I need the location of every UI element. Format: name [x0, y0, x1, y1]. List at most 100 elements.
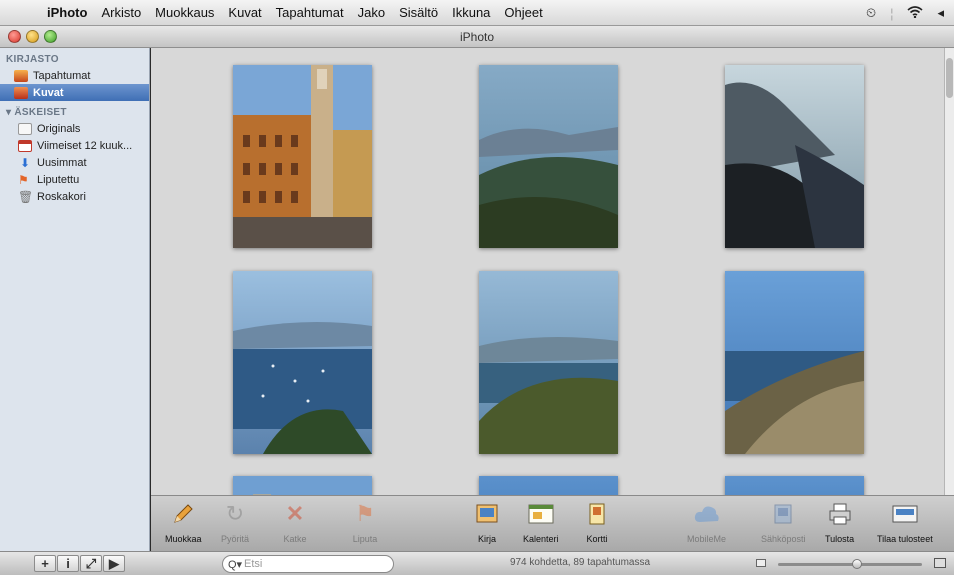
trash-icon: 🗑 — [18, 189, 34, 204]
email-icon — [769, 500, 797, 528]
toolbar-label: Kirja — [477, 534, 496, 544]
photo-coast-hill — [479, 271, 618, 454]
photo-thumbnail[interactable] — [479, 271, 618, 454]
sidebar-item-label: Roskakori — [37, 190, 86, 203]
flag-button[interactable]: ⚑ Liputa — [351, 500, 379, 544]
bottom-toolbar: Muokkaa ↻ Pyöritä ✕ Katke ⚑ Liputa Kirja… — [151, 495, 954, 551]
zoom-knob[interactable] — [851, 559, 862, 569]
menu-tapahtumat[interactable]: Tapahtumat — [269, 5, 351, 20]
photo-browser — [151, 48, 944, 495]
sidebar-item-photos[interactable]: Kuvat — [0, 84, 149, 101]
calendar-button[interactable]: Kalenteri — [523, 500, 559, 544]
order-prints-button[interactable]: Tilaa tulosteet — [877, 500, 933, 544]
menu-arkisto[interactable]: Arkisto — [94, 5, 148, 20]
photo-thumbnail[interactable] — [725, 65, 864, 248]
mobileme-button[interactable]: MobileMe — [687, 500, 726, 544]
book-icon — [473, 500, 501, 528]
toolbar-label: Tilaa tulosteet — [877, 534, 933, 544]
volume-icon[interactable]: ◂ — [937, 5, 944, 21]
email-button[interactable]: Sähköposti — [761, 500, 806, 544]
print-button[interactable]: Tulosta — [825, 500, 854, 544]
menu-sisalto[interactable]: Sisältö — [392, 5, 445, 20]
photo-thumbnail[interactable] — [233, 476, 372, 495]
photo-thumbnail[interactable] — [479, 65, 618, 248]
photo-bay-boats — [233, 271, 372, 454]
order-prints-icon — [891, 500, 919, 528]
menu-ikkuna[interactable]: Ikkuna — [445, 5, 497, 20]
card-button[interactable]: Kortti — [583, 500, 611, 544]
add-button[interactable]: + — [34, 555, 56, 572]
photo-thumbnail[interactable] — [233, 65, 372, 248]
time-machine-icon[interactable]: ⏲ — [866, 5, 876, 21]
minimize-window-button[interactable] — [26, 30, 39, 43]
scroll-thumb[interactable] — [946, 58, 953, 98]
toolbar-label: Katke — [283, 534, 307, 544]
toolbar-label: Liputa — [352, 534, 378, 544]
sidebar-item-label: Tapahtumat — [33, 69, 91, 82]
recent-section-header[interactable]: ▾ ÄSKEISET — [0, 101, 149, 120]
sidebar-item-label: Liputettu — [37, 173, 80, 186]
search-input[interactable] — [244, 558, 384, 570]
menu-muokkaus[interactable]: Muokkaus — [148, 5, 221, 20]
source-list-sidebar: KIRJASTO Tapahtumat Kuvat ▾ ÄSKEISET Ori… — [0, 48, 150, 551]
sidebar-item-last-12-months[interactable]: Viimeiset 12 kuuk... — [0, 137, 149, 154]
sidebar-item-label: Originals — [37, 122, 81, 135]
toolbar-label: Sähköposti — [761, 534, 806, 544]
photo-thumbnail[interactable] — [479, 476, 618, 495]
pencil-icon — [169, 500, 197, 528]
search-field[interactable]: Q▾ — [222, 555, 394, 573]
sidebar-item-label: Uusimmat — [37, 156, 87, 169]
sidebar-item-flagged[interactable]: ⚑ Liputettu — [0, 171, 149, 188]
photo-coastal-town — [725, 271, 864, 454]
menu-ohjeet[interactable]: Ohjeet — [497, 5, 549, 20]
menu-jako[interactable]: Jako — [351, 5, 392, 20]
menu-separator: ¦ — [890, 5, 894, 21]
photos-icon — [14, 86, 28, 99]
zoom-slider[interactable] — [756, 558, 946, 570]
info-button[interactable]: i — [57, 555, 79, 572]
photo-thumbnail[interactable] — [725, 271, 864, 454]
wifi-icon[interactable] — [907, 5, 923, 21]
sidebar-item-originals[interactable]: Originals — [0, 120, 149, 137]
rotate-icon: ↻ — [225, 501, 245, 526]
zoom-window-button[interactable] — [44, 30, 57, 43]
book-button[interactable]: Kirja — [473, 500, 501, 544]
sidebar-item-events[interactable]: Tapahtumat — [0, 67, 149, 84]
photo-thumbnail[interactable] — [233, 271, 372, 454]
status-text: 974 kohdetta, 89 tapahtumassa — [509, 557, 651, 568]
search-icon[interactable]: Q▾ — [228, 558, 244, 571]
calendar-icon — [18, 139, 32, 152]
delete-button[interactable]: ✕ Katke — [281, 500, 309, 544]
edit-button[interactable]: Muokkaa — [165, 500, 202, 544]
sidebar-item-latest-import[interactable]: ⬇ Uusimmat — [0, 154, 149, 171]
mobileme-icon — [693, 500, 721, 528]
sidebar-item-label: Kuvat — [33, 86, 64, 99]
slideshow-button[interactable]: ▶ — [103, 555, 125, 572]
card-icon — [583, 500, 611, 528]
toolbar-label: Tulosta — [825, 534, 855, 544]
toolbar-label: Muokkaa — [165, 534, 202, 544]
import-icon: ⬇ — [19, 155, 31, 170]
zoom-track[interactable] — [778, 559, 922, 569]
photo-thumbnail[interactable] — [725, 476, 864, 495]
large-thumbnail-icon — [934, 558, 946, 568]
photo-church-partial — [233, 476, 372, 495]
sidebar-item-trash[interactable]: 🗑 Roskakori — [0, 188, 149, 205]
fullscreen-button[interactable]: ⤢ — [80, 555, 102, 572]
photo-church-tower — [233, 65, 372, 248]
menu-app-name[interactable]: iPhoto — [40, 5, 94, 20]
close-window-button[interactable] — [8, 30, 21, 43]
toolbar-label: MobileMe — [687, 534, 727, 544]
small-thumbnail-icon — [756, 559, 766, 567]
rotate-button[interactable]: ↻ Pyöritä — [221, 500, 249, 544]
originals-icon — [18, 122, 32, 135]
window-title-bar: iPhoto — [0, 26, 954, 48]
library-section-header: KIRJASTO — [6, 54, 59, 65]
flag-icon: ⚑ — [355, 501, 375, 526]
sidebar-item-label: Viimeiset 12 kuuk... — [37, 139, 133, 152]
menu-kuvat[interactable]: Kuvat — [221, 5, 268, 20]
photo-cliff-sea — [725, 65, 864, 248]
vertical-scrollbar[interactable] — [944, 48, 954, 495]
toolbar-label: Kalenteri — [523, 534, 559, 544]
toolbar-label: Kortti — [586, 534, 608, 544]
